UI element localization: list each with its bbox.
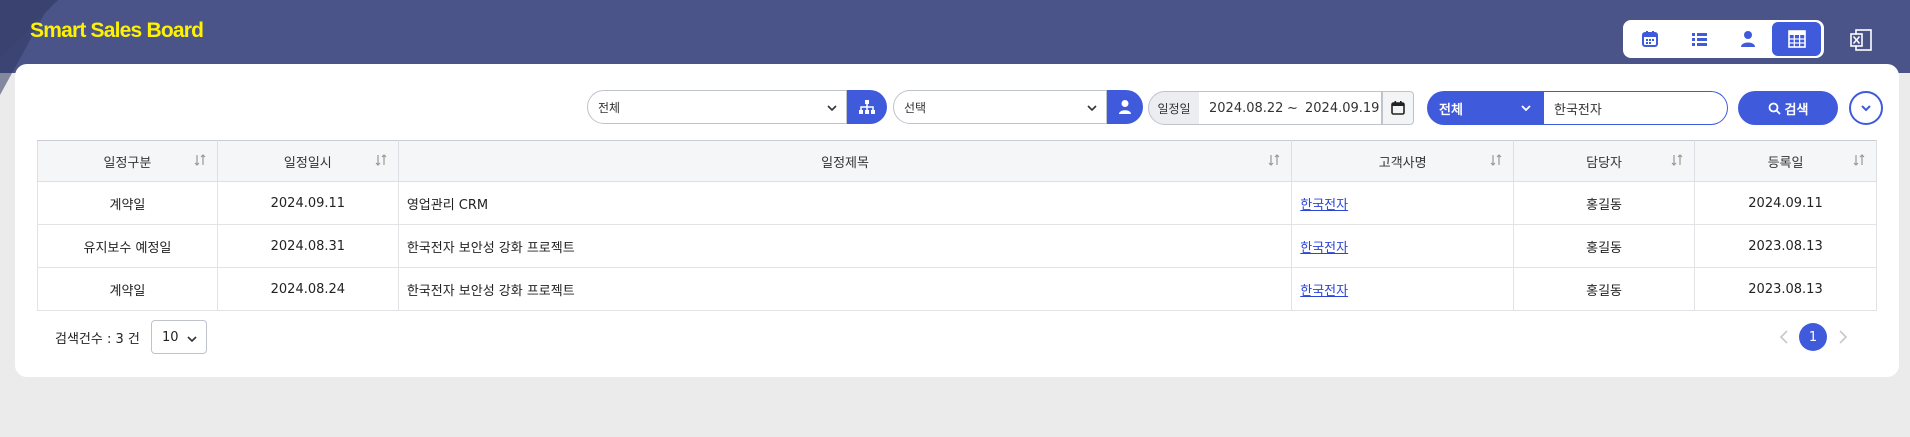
calendar-icon [1641,31,1658,47]
user-icon [1740,31,1755,47]
sort-icon [1853,154,1865,166]
customer-link[interactable]: 한국전자 [1300,284,1348,299]
column-header[interactable]: 일정제목 [397,140,1293,182]
date-range-input[interactable]: 2024.08.22 ~ 2024.09.19 [1199,91,1382,125]
app-header: Smart Sales Board [0,0,1910,95]
chevron-right-icon [1839,330,1848,344]
customer-cell: 한국전자 [1291,267,1515,311]
person-select[interactable]: 선택 [893,90,1107,124]
column-header[interactable]: 일정일시 [216,140,399,182]
sort-icon [194,154,206,166]
search-button[interactable]: 검색 [1738,91,1838,125]
date-from[interactable]: 2024.08.22 [1209,101,1283,116]
calendar-view-button[interactable] [1625,22,1674,56]
search-input[interactable]: 한국전자 [1544,91,1728,125]
prev-page-button[interactable] [1777,327,1791,351]
column-header[interactable]: 담당자 [1513,140,1696,182]
grid-calendar-icon [1787,30,1806,48]
excel-export-button[interactable] [1848,27,1874,53]
org-chart-button[interactable] [847,90,887,124]
column-header[interactable]: 일정구분 [37,140,218,182]
person-select-value: 선택 [904,100,927,115]
org-select-value: 전체 [598,100,621,115]
org-chart-icon [859,100,875,114]
page-size-select[interactable]: 10 [151,320,207,354]
table-row[interactable]: 계약일 2024.08.24 한국전자 보안성 강화 프로젝트 한국전자 홍길동… [37,267,1877,311]
sort-icon [375,154,387,166]
manager-cell: 홍길동 [1513,224,1696,268]
sort-icon [1268,154,1280,166]
search-icon [1768,102,1781,115]
schedule-title-cell[interactable]: 한국전자 보안성 강화 프로젝트 [397,224,1293,268]
chevron-left-icon [1779,330,1788,344]
next-page-button[interactable] [1836,327,1850,351]
schedule-type-cell: 계약일 [37,267,218,311]
list-icon [1691,33,1707,46]
chevron-down-icon [1521,105,1531,112]
view-switch [1623,20,1824,58]
chevron-down-icon [827,105,837,112]
search-field-select[interactable]: 전체 [1427,91,1544,125]
schedule-title-cell[interactable]: 영업관리 CRM [397,181,1293,225]
result-count: 검색건수 : 3 건 [55,332,140,347]
grid-view-button[interactable] [1772,22,1821,56]
schedule-title-cell[interactable]: 한국전자 보안성 강화 프로젝트 [397,267,1293,311]
schedule-date-cell: 2024.08.31 [216,224,399,268]
customer-link[interactable]: 한국전자 [1300,241,1348,256]
date-to[interactable]: 2024.09.19 [1305,101,1379,116]
search-field-value: 전체 [1439,102,1463,118]
chevron-down-icon [187,336,197,343]
date-label: 일정일 [1148,91,1200,125]
column-header[interactable]: 등록일 [1694,140,1877,182]
customer-cell: 한국전자 [1291,181,1515,225]
table-header-row: 일정구분 일정일시 일정제목 고객사명 담당자 등록일 [37,140,1877,182]
column-header[interactable]: 고객사명 [1291,140,1515,182]
manager-cell: 홍길동 [1513,267,1696,311]
schedule-date-cell: 2024.08.24 [216,267,399,311]
registered-date-cell: 2023.08.13 [1694,267,1877,311]
excel-export-icon [1850,29,1872,51]
schedule-table: 일정구분 일정일시 일정제목 고객사명 담당자 등록일 계약일 2024.09.… [37,140,1877,311]
org-select[interactable]: 전체 [587,90,847,124]
manager-cell: 홍길동 [1513,181,1696,225]
chevron-down-icon [1087,105,1097,112]
calendar-icon [1391,101,1405,115]
schedule-type-cell: 계약일 [37,181,218,225]
person-picker-button[interactable] [1107,90,1143,124]
customer-link[interactable]: 한국전자 [1300,198,1348,213]
list-view-button[interactable] [1674,22,1723,56]
table-row[interactable]: 계약일 2024.09.11 영업관리 CRM 한국전자 홍길동 2024.09… [37,181,1877,225]
date-picker-button[interactable] [1382,91,1414,125]
table-row[interactable]: 유지보수 예정일 2024.08.31 한국전자 보안성 강화 프로젝트 한국전… [37,224,1877,268]
page-size-value: 10 [162,329,179,345]
customer-view-button[interactable] [1723,22,1772,56]
registered-date-cell: 2023.08.13 [1694,224,1877,268]
schedule-date-cell: 2024.09.11 [216,181,399,225]
page-number-current[interactable]: 1 [1799,323,1827,351]
search-button-label: 검색 [1784,102,1809,118]
sort-icon [1490,154,1502,166]
date-separator: ~ [1287,101,1298,116]
user-icon [1119,100,1131,114]
expand-filters-button[interactable] [1849,91,1883,125]
registered-date-cell: 2024.09.11 [1694,181,1877,225]
search-input-value: 한국전자 [1554,102,1602,118]
schedule-type-cell: 유지보수 예정일 [37,224,218,268]
app-title: Smart Sales Board [30,19,204,42]
customer-cell: 한국전자 [1291,224,1515,268]
chevron-down-icon [1861,105,1871,112]
sort-icon [1671,154,1683,166]
